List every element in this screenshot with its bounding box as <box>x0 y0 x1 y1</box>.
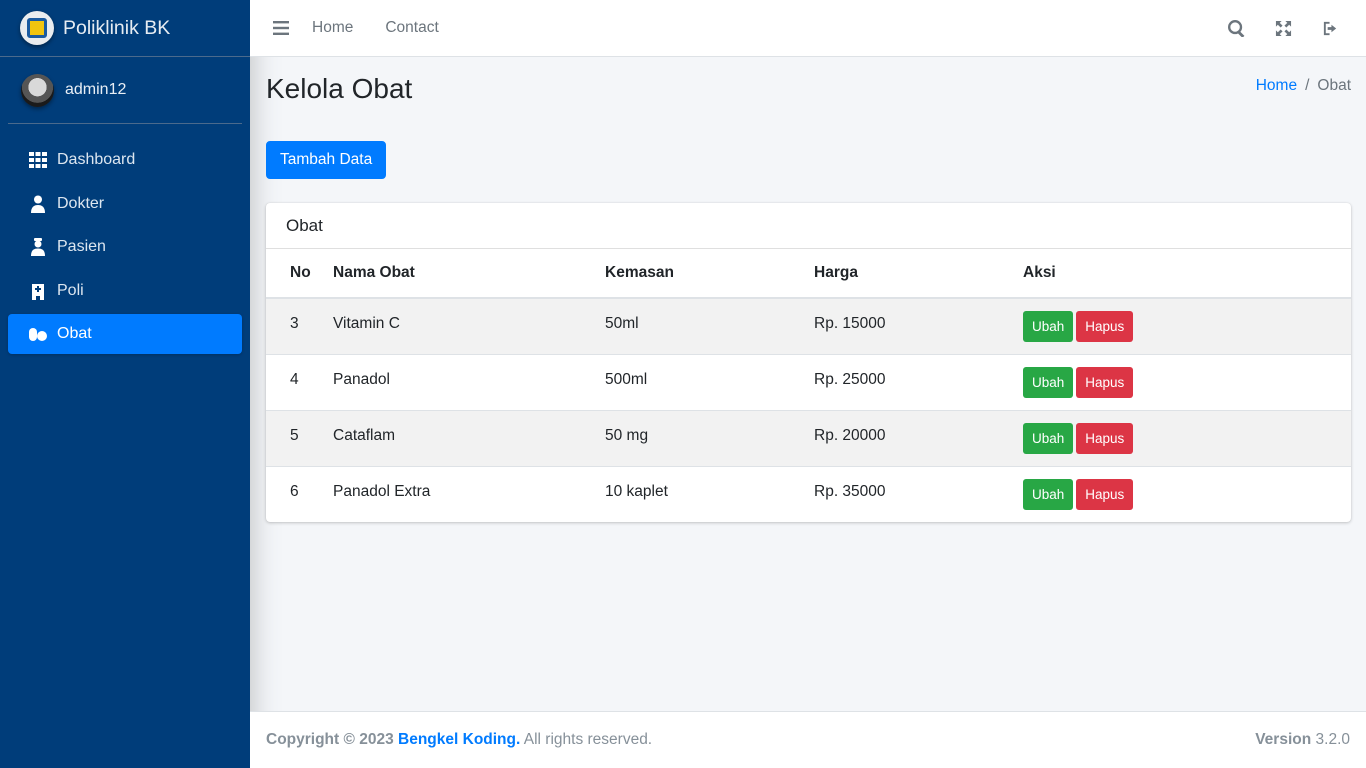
delete-button[interactable]: Hapus <box>1076 310 1134 342</box>
user-panel: admin12 <box>8 57 242 124</box>
column-header-aksi: Aksi <box>1023 249 1351 299</box>
nav-contact-link[interactable]: Contact <box>385 19 438 37</box>
main-sidebar: Poliklinik BK admin12 Dashboard Dokter P… <box>0 0 250 768</box>
cell-aksi: Ubah Hapus <box>1023 465 1351 522</box>
top-navbar: Home Contact <box>250 0 1366 57</box>
sidebar-item-label: Dokter <box>57 194 105 212</box>
delete-button[interactable]: Hapus <box>1076 422 1134 454</box>
column-header-harga: Harga <box>814 249 1023 299</box>
breadcrumb: Home / Obat <box>1256 77 1351 95</box>
hospital-icon <box>28 281 48 301</box>
delete-button[interactable]: Hapus <box>1076 366 1134 398</box>
sidebar-item-label: Pasien <box>57 238 106 255</box>
brand-logo-icon <box>20 11 54 45</box>
cell-harga: Rp. 35000 <box>814 465 1023 522</box>
content-header: Kelola Obat Home / Obat <box>266 57 1351 121</box>
cell-nama: Cataflam <box>333 409 605 466</box>
delete-button[interactable]: Hapus <box>1076 478 1134 510</box>
table-row: 3 Vitamin C 50ml Rp. 15000 Ubah Hapus <box>266 298 1351 354</box>
edit-button[interactable]: Ubah <box>1023 478 1074 510</box>
version-number: 3.2.0 <box>1315 731 1350 748</box>
sign-out-icon <box>1323 21 1337 35</box>
hamburger-icon <box>273 21 289 35</box>
edit-button[interactable]: Ubah <box>1023 310 1074 342</box>
edit-button[interactable]: Ubah <box>1023 422 1074 454</box>
page-title: Kelola Obat <box>266 73 413 104</box>
footer-version: Version 3.2.0 <box>1255 731 1350 749</box>
cell-no: 6 <box>266 465 333 522</box>
obat-table: No Nama Obat Kemasan Harga Aksi 3 Vitami… <box>266 249 1351 522</box>
sidebar-item-obat[interactable]: Obat <box>8 314 242 354</box>
card-title: Obat <box>266 203 1351 249</box>
main-footer: Copyright © 2023 Bengkel Koding. All rig… <box>250 711 1366 768</box>
cell-kemasan: 50ml <box>605 315 639 333</box>
cell-harga: Rp. 15000 <box>814 315 886 333</box>
footer-copyright: Copyright © 2023 Bengkel Koding. All rig… <box>266 731 652 749</box>
breadcrumb-home-link[interactable]: Home <box>1256 77 1297 95</box>
brand-name: Poliklinik BK <box>63 16 171 39</box>
obat-card: Obat No Nama Obat Kemasan Harga Aksi 3 V… <box>266 203 1351 522</box>
breadcrumb-current: Obat <box>1317 77 1351 94</box>
cell-nama: Vitamin C <box>333 315 400 333</box>
column-header-kemasan: Kemasan <box>605 249 814 299</box>
brand-link[interactable]: Poliklinik BK <box>0 0 250 57</box>
user-name[interactable]: admin12 <box>65 81 126 99</box>
company-link[interactable]: Bengkel Koding. <box>398 731 520 748</box>
rights-text: All rights reserved. <box>523 731 653 748</box>
breadcrumb-separator: / <box>1305 77 1310 94</box>
copyright-text: Copyright © 2023 <box>266 731 394 748</box>
sidebar-nav: Dashboard Dokter Pasien Poli Obat <box>8 140 242 354</box>
table-row: 5 Cataflam 50 mg Rp. 20000 Ubah Hapus <box>266 409 1351 466</box>
cell-aksi: Ubah Hapus <box>1023 409 1351 466</box>
table-row: 6 Panadol Extra 10 kaplet Rp. 35000 Ubah… <box>266 465 1351 522</box>
cell-kemasan: 10 kaplet <box>605 465 814 522</box>
table-header-row: No Nama Obat Kemasan Harga Aksi <box>266 249 1351 299</box>
sidebar-item-dokter[interactable]: Dokter <box>8 184 242 224</box>
version-label: Version <box>1255 731 1312 748</box>
cell-aksi: Ubah Hapus <box>1023 353 1351 410</box>
add-data-button[interactable]: Tambah Data <box>266 141 387 179</box>
sidebar-item-dashboard[interactable]: Dashboard <box>8 140 242 180</box>
cell-harga: Rp. 25000 <box>814 353 1023 410</box>
cell-harga: Rp. 20000 <box>814 409 1023 466</box>
logout-button[interactable] <box>1307 8 1354 48</box>
edit-button[interactable]: Ubah <box>1023 366 1074 398</box>
column-header-no: No <box>266 249 333 299</box>
table-row: 4 Panadol 500ml Rp. 25000 Ubah Hapus <box>266 353 1351 410</box>
pills-icon <box>28 324 48 344</box>
patient-icon <box>28 237 48 257</box>
search-icon <box>1228 19 1245 37</box>
avatar <box>21 73 54 107</box>
content-wrapper: Kelola Obat Home / Obat Tambah Data Obat… <box>266 57 1351 522</box>
column-header-nama: Nama Obat <box>333 249 605 299</box>
cell-kemasan: 50 mg <box>605 409 814 466</box>
top-right-icons <box>1213 8 1354 48</box>
sidebar-item-label: Dashboard <box>57 151 136 168</box>
expand-icon <box>1275 20 1292 36</box>
menu-toggle-button[interactable] <box>250 0 312 57</box>
cell-nama: Panadol <box>333 353 605 410</box>
sidebar-item-pasien[interactable]: Pasien <box>8 227 242 267</box>
search-button[interactable] <box>1213 8 1260 48</box>
cell-nama: Panadol Extra <box>333 465 605 522</box>
sidebar-item-label: Obat <box>57 325 92 342</box>
cell-no: 4 <box>266 353 333 410</box>
sidebar-item-poli[interactable]: Poli <box>8 271 242 311</box>
sidebar-item-label: Poli <box>57 281 84 299</box>
fullscreen-button[interactable] <box>1260 8 1307 48</box>
cell-no: 3 <box>290 315 299 333</box>
grid-icon <box>28 150 48 170</box>
cell-no: 5 <box>266 409 333 466</box>
cell-aksi: Ubah Hapus <box>1023 298 1351 354</box>
doctor-icon <box>28 194 48 214</box>
cell-kemasan: 500ml <box>605 353 814 410</box>
nav-home-link[interactable]: Home <box>312 19 353 37</box>
